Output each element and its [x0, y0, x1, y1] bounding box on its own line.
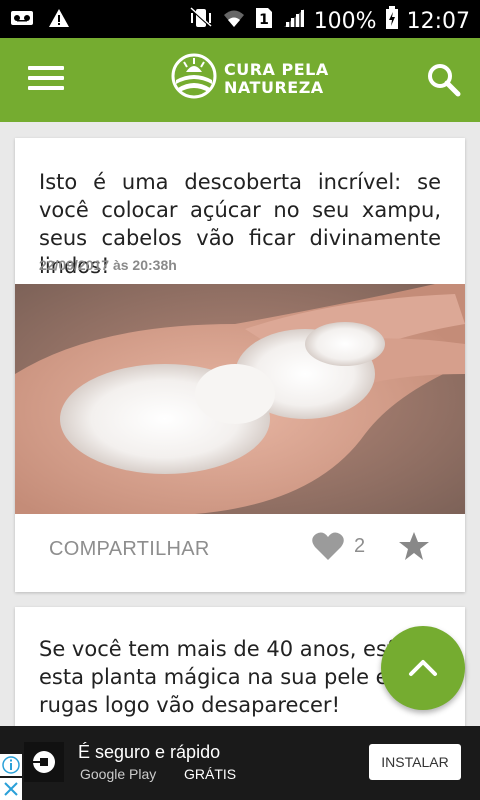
info-icon — [2, 756, 20, 774]
share-button[interactable]: COMPARTILHAR — [49, 538, 210, 561]
status-bar: 1 100% 12:07 — [0, 0, 480, 38]
ad-app-logo[interactable] — [24, 742, 64, 782]
like-count: 2 — [354, 535, 366, 557]
signal-icon — [282, 7, 306, 35]
article-date: 22/09/2017 às 20:38h — [39, 257, 177, 273]
app-bar: CURA PELA NATUREZA — [0, 38, 480, 122]
ad-banner[interactable]: É seguro e rápido Google Play GRÁTIS INS… — [0, 726, 480, 800]
logo-line2: NATUREZA — [224, 77, 324, 97]
article-image[interactable] — [15, 284, 465, 514]
article-title[interactable]: Se você tem mais de 40 anos, esfr esta p… — [39, 635, 441, 719]
battery-charging-icon — [385, 6, 399, 36]
ad-headline: É seguro e rápido — [78, 742, 221, 762]
sun-leaf-logo-icon — [170, 52, 218, 105]
close-icon — [4, 782, 18, 796]
menu-icon — [28, 66, 64, 70]
search-button[interactable] — [426, 62, 462, 98]
voicemail-icon — [10, 9, 34, 32]
menu-button[interactable] — [28, 66, 64, 94]
article-card[interactable]: Isto é uma descoberta incrível: se você … — [15, 138, 465, 592]
clock: 12:07 — [406, 8, 470, 34]
logo[interactable]: CURA PELA NATUREZA — [170, 52, 329, 105]
ad-close-button[interactable] — [0, 778, 22, 800]
ad-info-button[interactable] — [0, 754, 22, 776]
vibrate-icon — [188, 7, 214, 35]
uber-logo-icon — [24, 742, 64, 782]
star-icon — [399, 532, 429, 560]
like-button[interactable] — [311, 530, 345, 567]
ad-store-label: Google Play — [80, 766, 157, 782]
install-button[interactable]: INSTALAR — [369, 744, 461, 780]
heart-icon — [312, 532, 344, 560]
chevron-up-icon — [409, 660, 437, 676]
logo-line1: CURA PELA — [224, 59, 329, 79]
sim-number: 1 — [259, 12, 269, 28]
scroll-to-top-button[interactable] — [381, 626, 465, 710]
ad-price: GRÁTIS — [184, 766, 237, 782]
wifi-icon — [222, 7, 246, 35]
favorite-button[interactable] — [398, 530, 430, 567]
sim-icon: 1 — [254, 6, 274, 36]
search-icon — [428, 64, 461, 97]
battery-percent: 100% — [313, 8, 377, 34]
warning-icon — [48, 8, 70, 33]
